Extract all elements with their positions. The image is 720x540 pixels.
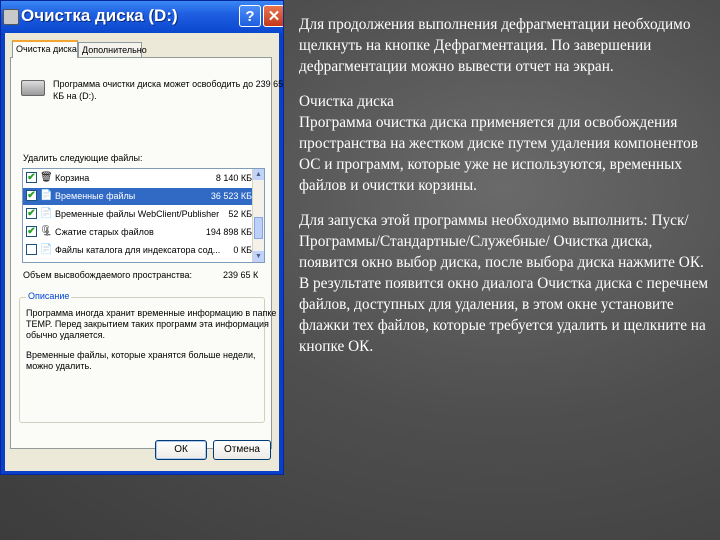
slide-paragraph-2: Очистка диска Программа очистка диска при… (299, 91, 714, 196)
description-line: TEMP. Перед закрытием таких программ эта… (26, 319, 269, 329)
description-group: Описание Программа иногда хранит временн… (19, 291, 276, 423)
list-scrollbar[interactable]: ▲ ▼ (252, 169, 264, 262)
index-catalog-icon: 📄 (40, 244, 53, 255)
checkbox[interactable]: ✔ (26, 172, 37, 183)
window-title: Очистка диска (D:) (21, 6, 178, 25)
title-bar[interactable]: Очистка диска (D:) ? ✕ (1, 1, 283, 33)
slide-text: Для продолжения выполнения дефрагментаци… (299, 14, 714, 368)
description-title: Описание (26, 291, 72, 301)
checkbox[interactable]: ✔ (26, 190, 37, 201)
tab-disk-cleanup[interactable]: Очистка диска (12, 40, 78, 58)
total-space-label: Объем высвобождаемого пространства: (23, 270, 193, 280)
scroll-up-icon[interactable]: ▲ (253, 169, 264, 180)
file-name: Корзина (55, 173, 90, 183)
slide-paragraph-3: Для запуска этой программы необходимо вы… (299, 212, 709, 355)
tab-panel: Программа очистки диска может освободить… (10, 57, 283, 449)
total-space-value: 239 65 К (223, 270, 259, 280)
list-item[interactable]: ✔ 📄 Временные файлы WebClient/Publisher … (23, 206, 255, 223)
file-size: 8 140 КБ (215, 173, 252, 183)
temp-files-icon: 📄 (40, 190, 53, 201)
dialog-client-area: Очистка диска Дополнительно Программа оч… (5, 33, 283, 471)
description-line: Программа иногда хранит временные информ… (26, 308, 277, 318)
description-line: Временные файлы, которые хранятся больше… (26, 350, 256, 360)
list-item[interactable]: ✔ 🗑 Корзина 8 140 КБ (23, 170, 255, 187)
compress-icon: 🗜 (40, 226, 53, 237)
recycle-bin-icon: 🗑 (40, 172, 53, 183)
webclient-icon: 📄 (40, 208, 53, 219)
file-name: Временные файлы (55, 191, 136, 201)
checkbox[interactable]: ✔ (26, 226, 37, 237)
checkbox[interactable] (26, 244, 37, 255)
slide-paragraph-2-body: Программа очистка диска применяется для … (299, 114, 698, 194)
intro-text-line2: КБ на (D:). (53, 91, 97, 101)
scroll-down-icon[interactable]: ▼ (253, 251, 264, 262)
file-size: 52 КБ (228, 209, 252, 219)
remove-files-label: Удалить следующие файлы: (23, 153, 143, 163)
intro-text-line1: Программа очистки диска может освободить… (53, 79, 284, 89)
checkbox[interactable]: ✔ (26, 208, 37, 219)
files-list[interactable]: ✔ 🗑 Корзина 8 140 КБ ✔ 📄 Временные файлы… (22, 168, 265, 263)
file-name: Временные файлы WebClient/Publisher (55, 209, 220, 219)
scroll-thumb[interactable] (254, 217, 263, 239)
file-size: 194 898 КБ (205, 227, 252, 237)
help-button[interactable]: ? (239, 5, 261, 27)
slide-heading-cleanup: Очистка диска (299, 93, 394, 110)
description-line: можно удалить. (26, 361, 92, 371)
close-button[interactable]: ✕ (263, 5, 283, 27)
disk-cleanup-window: Очистка диска (D:) ? ✕ Очистка диска Доп… (0, 0, 284, 475)
ok-button[interactable]: ОК (155, 440, 207, 460)
drive-icon (21, 80, 45, 96)
file-size: 0 КБ (233, 245, 252, 255)
cancel-button[interactable]: Отмена (213, 440, 271, 460)
disk-cleanup-icon (3, 9, 19, 25)
file-name: Сжатие старых файлов (55, 227, 154, 237)
file-size: 36 523 КБ (210, 191, 252, 201)
list-item[interactable]: 📄 Файлы каталога для индексатора сод... … (23, 242, 255, 259)
list-item-selected[interactable]: ✔ 📄 Временные файлы 36 523 КБ (23, 188, 255, 205)
tab-more-options[interactable]: Дополнительно (78, 42, 147, 58)
slide-paragraph-1: Для продолжения выполнения дефрагментаци… (299, 16, 691, 75)
list-item[interactable]: ✔ 🗜 Сжатие старых файлов 194 898 КБ (23, 224, 255, 241)
description-line: обычно удаляется. (26, 330, 105, 340)
file-name: Файлы каталога для индексатора сод... (55, 245, 221, 255)
